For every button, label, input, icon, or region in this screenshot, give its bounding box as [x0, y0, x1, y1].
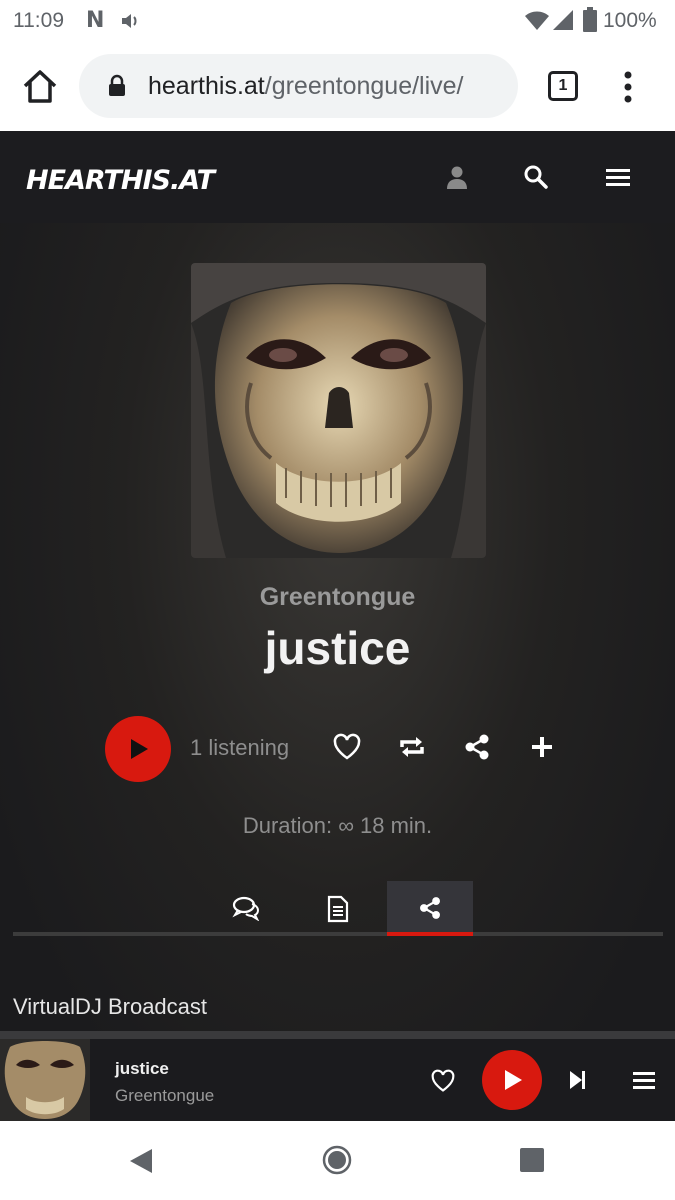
clock: 11:09 [13, 9, 64, 32]
home-circle-icon[interactable] [322, 1145, 352, 1175]
play-button[interactable] [105, 716, 171, 782]
heart-icon[interactable] [332, 733, 362, 761]
queue-menu-icon[interactable] [633, 1070, 655, 1090]
site-content: HEARTHIS.AT Greentongue justice 1 listen… [0, 131, 675, 1121]
heart-icon[interactable] [430, 1069, 456, 1093]
document-icon [327, 895, 349, 923]
back-icon[interactable] [128, 1147, 154, 1175]
site-header: HEARTHIS.AT [0, 131, 675, 223]
add-icon[interactable] [527, 733, 557, 761]
comments-icon [232, 896, 260, 921]
mini-artist-name[interactable]: Greentongue [115, 1086, 214, 1106]
tab-comments[interactable] [202, 881, 288, 936]
tab-share[interactable] [387, 881, 473, 936]
hamburger-menu-icon[interactable] [604, 163, 632, 191]
mini-cover-art[interactable] [0, 1039, 90, 1121]
url-domain: hearthis.at [148, 72, 265, 100]
tab-switcher-button[interactable]: 1 [548, 71, 578, 101]
mini-player: justice Greentongue [0, 1031, 675, 1121]
battery-icon [583, 7, 597, 32]
search-icon[interactable] [522, 163, 550, 191]
artist-name[interactable]: Greentongue [0, 583, 675, 612]
volume-icon [122, 14, 137, 28]
section-title: VirtualDJ Broadcast [13, 994, 208, 1019]
status-bar: 11:09 N 100% [0, 0, 675, 42]
cell-signal-icon [553, 10, 573, 30]
active-tab-indicator [387, 932, 473, 936]
track-title: justice [264, 622, 411, 674]
tab-bar [13, 881, 663, 937]
browser-toolbar: hearthis.at/greentongue/live/ 1 [0, 42, 675, 131]
share-icon [420, 897, 440, 919]
duration-text: Duration: ∞ 18 min. [242, 813, 433, 838]
play-icon [131, 739, 148, 759]
share-icon[interactable] [462, 733, 492, 761]
system-nav-bar [0, 1121, 675, 1200]
mini-track-title[interactable]: justice [115, 1059, 169, 1079]
lock-icon [109, 74, 125, 96]
more-vert-icon[interactable] [620, 70, 636, 104]
site-logo[interactable]: HEARTHIS.AT [26, 165, 215, 196]
user-icon[interactable] [443, 163, 471, 191]
skip-next-icon[interactable] [568, 1069, 588, 1091]
netflix-notification-icon: N [86, 8, 105, 33]
recent-apps-icon[interactable] [520, 1148, 544, 1172]
url-text: hearthis.at/greentongue/live/ [148, 72, 464, 101]
url-path: /greentongue/live/ [264, 72, 464, 100]
battery-percent: 100% [603, 9, 657, 32]
wifi-icon [525, 11, 549, 30]
cover-art [191, 263, 486, 558]
mini-play-button[interactable] [482, 1050, 542, 1110]
repost-icon[interactable] [397, 733, 427, 761]
tab-description[interactable] [295, 881, 381, 936]
home-icon[interactable] [20, 67, 60, 107]
play-icon [505, 1070, 522, 1090]
address-bar[interactable]: hearthis.at/greentongue/live/ [79, 54, 518, 118]
listener-count: 1 listening [190, 735, 290, 760]
